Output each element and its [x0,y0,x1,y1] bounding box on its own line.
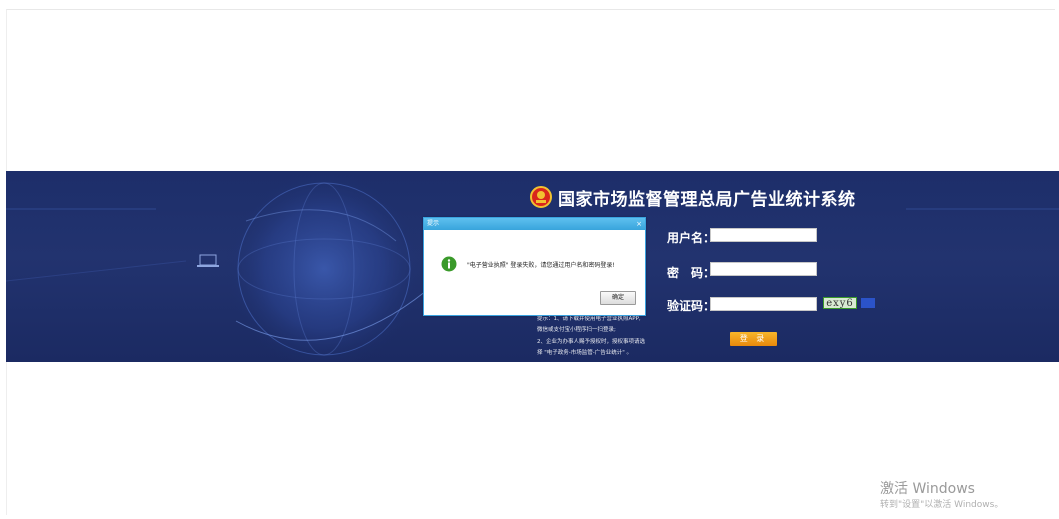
hint-line-1: 提示：1、请下载并使用电子营业执照APP, [537,316,641,322]
national-emblem-icon [530,186,552,208]
password-input[interactable] [710,262,817,276]
system-title: 国家市场监督管理总局广告业统计系统 [558,189,856,210]
captcha-image[interactable]: exy6 [823,297,857,309]
dialog-title: 提示 [427,220,440,227]
password-label: 密 码： [667,266,716,280]
dialog-header: 提示 × [424,218,645,230]
windows-watermark-title: 激活 Windows [880,481,975,497]
captcha-input[interactable] [710,297,817,311]
hint-line-3: 2、企业为办事人赐予授权时，授权事项请选 [537,339,646,345]
system-title-bar: 国家市场监督管理总局广告业统计系统 [530,184,856,210]
info-icon [441,256,457,272]
hint-line-2: 微信或支付宝小程序扫一扫登录; [537,327,616,333]
hint-line-4: 择 "电子政务-市场监管-广告业统计" 。 [537,350,633,356]
login-button[interactable]: 登 录 [730,332,777,346]
laptop-icon [197,254,219,267]
alert-dialog: 提示 × "电子营业执照" 登录失败，请您通过用户名和密码登录! 确定 [423,217,646,316]
ok-button[interactable]: 确定 [600,291,636,305]
captcha-refresh-link[interactable] [861,298,875,308]
username-label: 用户名： [667,231,716,245]
windows-watermark-subtitle: 转到"设置"以激活 Windows。 [880,500,1004,510]
captcha-label: 验证码： [667,299,716,313]
username-input[interactable] [710,228,817,242]
dialog-message: "电子营业执照" 登录失败，请您通过用户名和密码登录! [467,262,615,269]
close-icon[interactable]: × [636,219,642,229]
